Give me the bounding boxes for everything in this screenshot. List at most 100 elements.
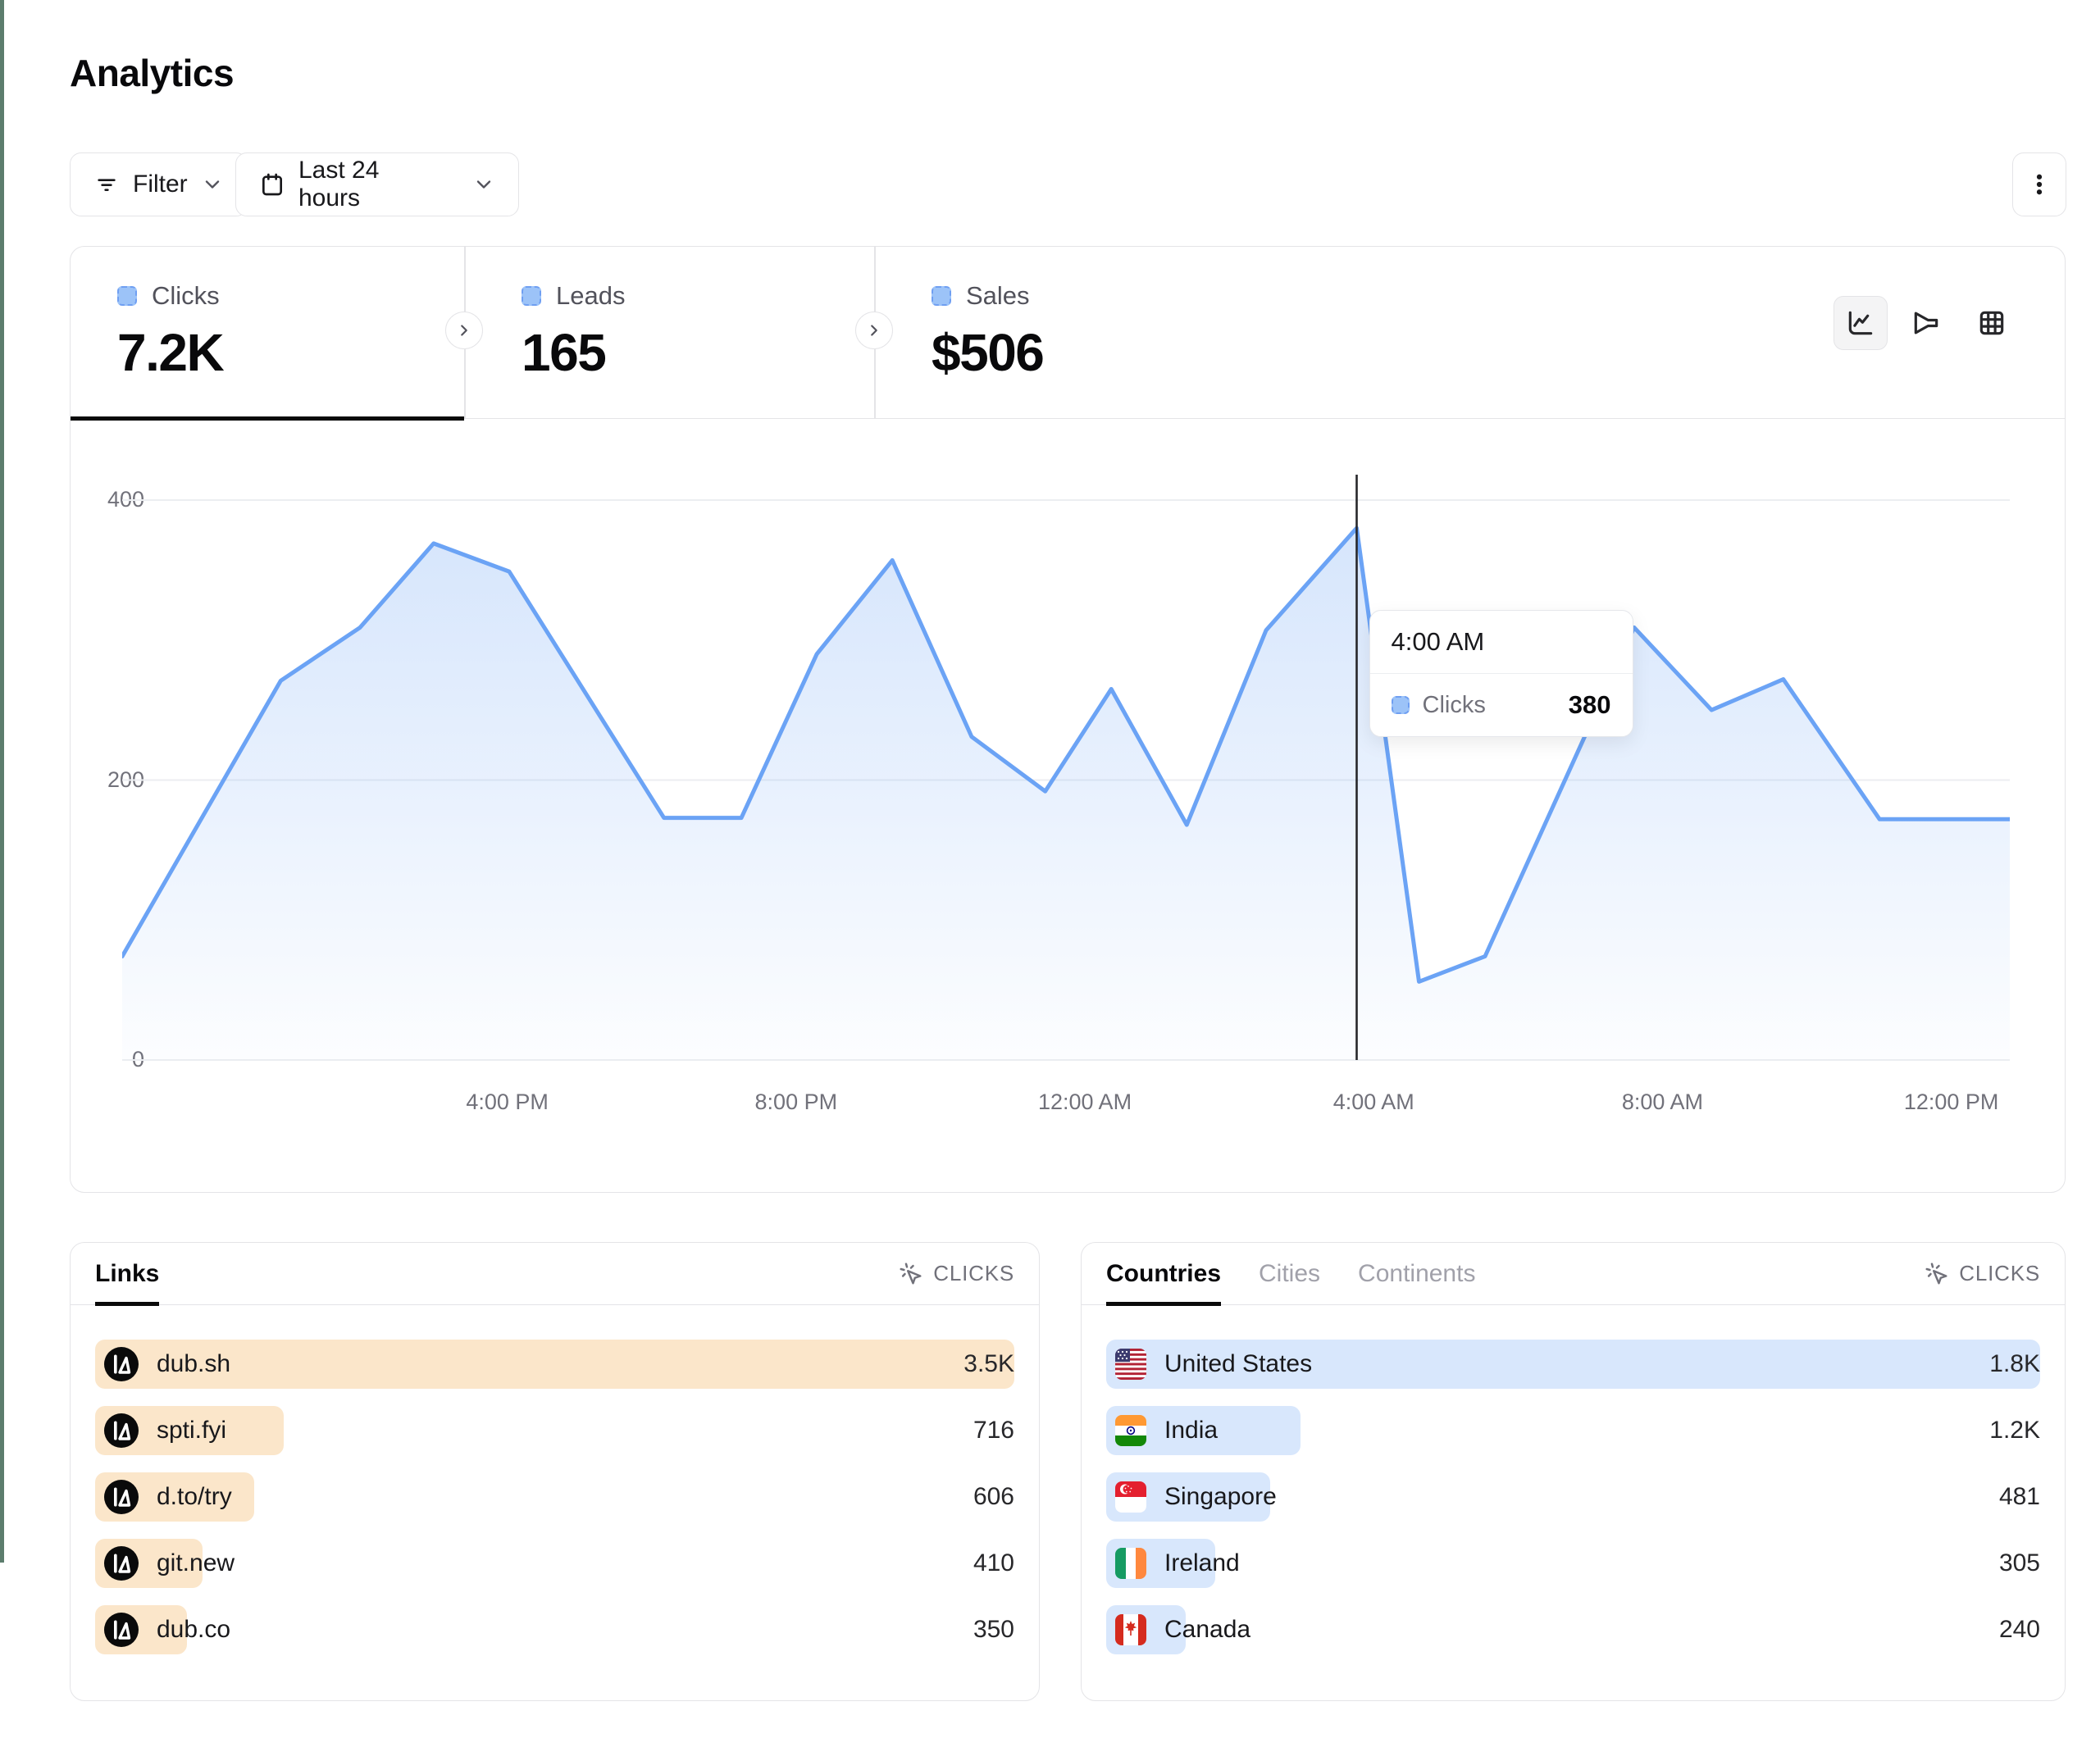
dub-logo-avatar [104, 1413, 139, 1448]
metric-label: CLICKS [933, 1261, 1014, 1286]
list-item-label: spti.fyi [157, 1417, 226, 1445]
list-item[interactable]: git.new 410 [95, 1539, 1014, 1588]
analytics-chart-card: Clicks 7.2K Leads 165 Sales $506 [70, 246, 2066, 1193]
list-item[interactable]: spti.fyi716 [95, 1406, 1014, 1455]
filter-button[interactable]: Filter [70, 152, 248, 216]
x-axis-label: 12:00 AM [1038, 1090, 1132, 1115]
list-item-label: dub.sh [157, 1350, 230, 1378]
stat-label: Clicks [152, 281, 220, 311]
list-item-label: United States [1164, 1350, 1312, 1378]
us-flag-icon [1115, 1349, 1146, 1380]
tab-continents[interactable]: Continents [1358, 1243, 1475, 1304]
tab-countries[interactable]: Countries [1106, 1243, 1221, 1304]
filter-icon [93, 171, 120, 198]
dub-logo-avatar [104, 1613, 139, 1647]
list-item-label: d.to/try [157, 1483, 232, 1511]
x-axis-label: 12:00 PM [1904, 1090, 1999, 1115]
tab-links[interactable]: Links [95, 1243, 159, 1304]
chevron-right-icon [865, 321, 883, 339]
chevron-down-icon [201, 173, 224, 196]
links-metric-selector[interactable]: CLICKS [899, 1261, 1014, 1286]
date-range-label: Last 24 hours [298, 157, 446, 212]
list-item-label: India [1164, 1417, 1218, 1445]
list-item[interactable]: Ireland 305 [1106, 1539, 2040, 1588]
chevron-right-icon [455, 321, 473, 339]
links-list: dub.sh 3.5K spti.fyi716 d.to/try 606 git.new 4… [71, 1305, 1039, 1654]
clicks-series-marker-icon [117, 286, 137, 306]
list-item[interactable]: dub.co 350 [95, 1605, 1014, 1654]
dub-logo-avatar [104, 1546, 139, 1581]
list-item-value: 481 [1999, 1483, 2040, 1511]
cursor-click-icon [899, 1262, 923, 1286]
list-item-value: 240 [1999, 1616, 2040, 1644]
expand-leads-button[interactable] [445, 312, 483, 349]
chart-tooltip: 4:00 AM Clicks 380 [1369, 610, 1633, 737]
list-item-label: dub.co [157, 1616, 230, 1644]
line-chart-icon [1845, 307, 1876, 339]
value-bar [95, 1340, 1014, 1389]
table-view-button[interactable] [1965, 296, 2019, 350]
list-item[interactable]: d.to/try 606 [95, 1472, 1014, 1522]
calendar-icon [259, 171, 285, 198]
list-item-value: 305 [1999, 1549, 2040, 1577]
list-item-value: 1.8K [1989, 1350, 2040, 1378]
filter-button-label: Filter [133, 171, 188, 198]
tooltip-time: 4:00 AM [1370, 611, 1633, 674]
x-axis-label: 4:00 PM [466, 1090, 549, 1115]
dub-logo-avatar [104, 1347, 139, 1381]
leads-series-marker-icon [522, 286, 541, 306]
line-chart-view-button[interactable] [1834, 296, 1888, 350]
tab-sales[interactable]: Sales $506 [932, 281, 1043, 383]
date-range-button[interactable]: Last 24 hours [235, 152, 519, 216]
active-tab-underline [71, 416, 464, 421]
ca-flag-icon [1115, 1614, 1146, 1645]
in-flag-icon [1115, 1415, 1146, 1446]
stats-tabs-row: Clicks 7.2K Leads 165 Sales $506 [71, 247, 2065, 419]
stat-value: 165 [522, 322, 625, 383]
sg-flag-icon [1115, 1481, 1146, 1513]
chevron-down-icon [472, 173, 495, 196]
list-item-value: 606 [973, 1483, 1014, 1511]
links-panel: Links CLICKS dub.sh 3.5K spti.fyi716 d.to/t… [70, 1242, 1040, 1701]
list-item-value: 410 [973, 1549, 1014, 1577]
countries-panel: Countries Cities Continents CLICKS Unite… [1081, 1242, 2066, 1701]
metric-label: CLICKS [1959, 1261, 2040, 1286]
x-axis-label: 8:00 AM [1622, 1090, 1703, 1115]
cursor-click-icon [1925, 1262, 1949, 1286]
list-item-value: 1.2K [1989, 1417, 2040, 1445]
chart-view-switcher [1834, 296, 2019, 350]
stat-value: $506 [932, 322, 1043, 383]
stat-value: 7.2K [117, 322, 223, 383]
list-item[interactable]: United States 1.8K [1106, 1340, 2040, 1389]
grid-table-icon [1976, 307, 2007, 339]
tab-cities[interactable]: Cities [1259, 1243, 1320, 1304]
tab-leads[interactable]: Leads 165 [522, 281, 625, 383]
list-item[interactable]: dub.sh 3.5K [95, 1340, 1014, 1389]
x-axis-label: 8:00 PM [755, 1090, 838, 1115]
clicks-area-chart[interactable] [122, 444, 2010, 1067]
stat-label: Leads [556, 281, 625, 311]
list-item[interactable]: India 1.2K [1106, 1406, 2040, 1455]
list-item-label: Singapore [1164, 1483, 1277, 1511]
ie-flag-icon [1115, 1548, 1146, 1579]
expand-sales-button[interactable] [855, 312, 893, 349]
sales-series-marker-icon [932, 286, 951, 306]
list-item[interactable]: Singapore 481 [1106, 1472, 2040, 1522]
tab-clicks[interactable]: Clicks 7.2K [117, 281, 223, 383]
countries-metric-selector[interactable]: CLICKS [1925, 1261, 2040, 1286]
list-item-label: git.new [157, 1549, 235, 1577]
more-options-button[interactable] [2012, 152, 2066, 216]
x-axis-label: 4:00 AM [1333, 1090, 1414, 1115]
page-left-accent-border [0, 0, 4, 1563]
list-item-value: 3.5K [963, 1350, 1014, 1378]
kebab-menu-icon [2025, 171, 2053, 198]
list-item-label: Ireland [1164, 1549, 1240, 1577]
stat-label: Sales [966, 281, 1030, 311]
list-item[interactable]: Canada 240 [1106, 1605, 2040, 1654]
list-item-label: Canada [1164, 1616, 1250, 1644]
funnel-view-button[interactable] [1899, 296, 1953, 350]
list-item-value: 350 [973, 1616, 1014, 1644]
countries-list: United States 1.8K India 1.2K Singapore 481 Ir… [1082, 1305, 2065, 1654]
clicks-series-marker-icon [1392, 696, 1410, 714]
tooltip-value: 380 [1569, 690, 1611, 720]
